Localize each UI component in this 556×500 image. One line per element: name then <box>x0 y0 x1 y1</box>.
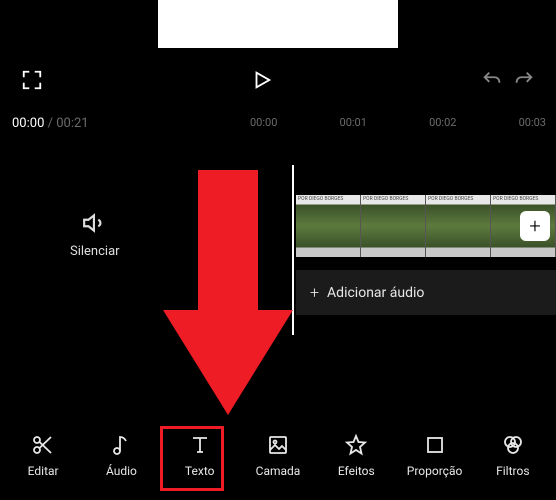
tool-camada[interactable]: Camada <box>248 426 308 484</box>
tool-label: Efeitos <box>338 464 375 478</box>
bottom-toolbar: Editar Áudio Texto Camada <box>0 420 556 500</box>
speaker-icon <box>82 210 108 236</box>
add-clip-button[interactable]: + <box>520 211 550 241</box>
add-audio-label: Adicionar áudio <box>327 285 424 301</box>
ruler-mark: 00:03 <box>519 116 546 129</box>
red-arrow-annotation <box>163 170 293 420</box>
plus-icon: + <box>310 283 319 302</box>
undo-button[interactable] <box>478 66 506 94</box>
time-separator: / <box>44 116 56 131</box>
time-display: 00:00 / 00:21 <box>12 116 89 131</box>
red-highlight-annotation <box>160 426 224 491</box>
square-icon <box>422 432 448 458</box>
ruler-mark: 00:01 <box>340 116 367 129</box>
video-preview[interactable] <box>158 0 398 48</box>
ruler-mark: 00:00 <box>250 116 277 129</box>
video-track[interactable]: + <box>296 195 556 257</box>
tool-filtros[interactable]: Filtros <box>483 426 543 484</box>
timeline-ruler: 00:00 00:01 00:02 00:03 <box>250 116 546 129</box>
time-current: 00:00 <box>12 116 44 131</box>
tool-label: Editar <box>28 464 59 478</box>
image-icon <box>265 432 291 458</box>
plus-icon: + <box>529 214 540 238</box>
tool-label: Proporção <box>407 464 463 478</box>
tool-label: Filtros <box>496 464 529 478</box>
tool-audio[interactable]: Áudio <box>91 426 151 484</box>
tool-efeitos[interactable]: Efeitos <box>326 426 386 484</box>
redo-button[interactable] <box>510 66 538 94</box>
video-clip[interactable] <box>296 195 361 257</box>
tool-proporcao[interactable]: Proporção <box>405 426 465 484</box>
tool-label: Camada <box>256 464 301 478</box>
star-icon <box>343 432 369 458</box>
fullscreen-icon[interactable] <box>18 66 46 94</box>
audio-track[interactable]: + Adicionar áudio <box>296 270 556 315</box>
time-total: 00:21 <box>56 116 88 131</box>
mute-button[interactable]: Silenciar <box>70 210 120 259</box>
video-clip[interactable] <box>426 195 491 257</box>
transport-bar <box>0 60 556 100</box>
scissors-icon <box>30 432 56 458</box>
tool-label: Áudio <box>106 464 137 478</box>
filters-icon <box>500 432 526 458</box>
music-note-icon <box>108 432 134 458</box>
timeline-editor[interactable]: Silenciar + + Adicionar áudio <box>0 155 556 420</box>
ruler-mark: 00:02 <box>429 116 456 129</box>
mute-label: Silenciar <box>70 244 120 259</box>
play-button[interactable] <box>248 66 276 94</box>
video-clip[interactable] <box>361 195 426 257</box>
tool-editar[interactable]: Editar <box>13 426 73 484</box>
